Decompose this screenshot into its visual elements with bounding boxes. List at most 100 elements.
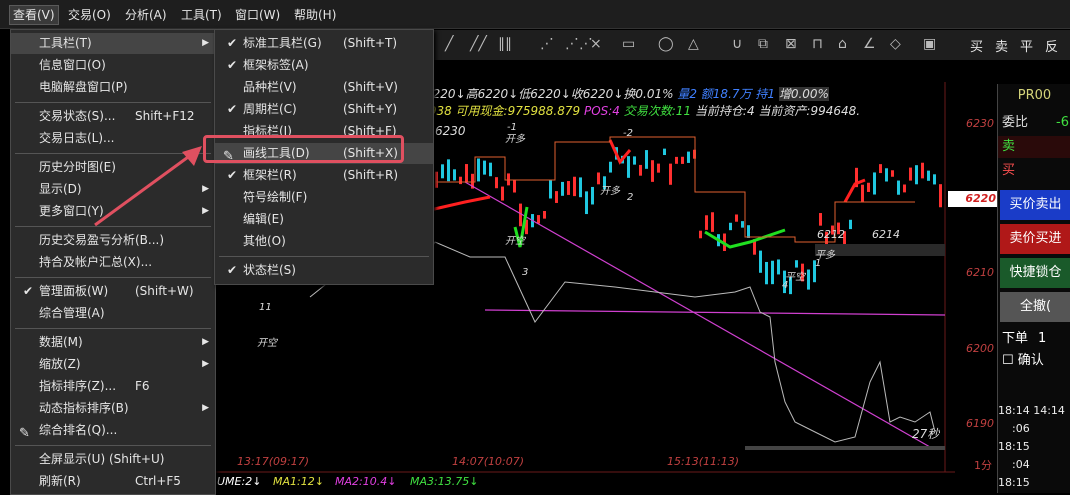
check-icon: ✔: [23, 284, 34, 298]
check-icon: ✔: [227, 102, 238, 116]
delete-icon[interactable]: ⌂: [838, 36, 847, 52]
red-drawing-line[interactable]: [429, 195, 491, 212]
confirm-row[interactable]: ☐ 确认: [998, 350, 1070, 372]
order-qty-input[interactable]: 1: [1038, 328, 1046, 350]
menu-tools[interactable]: 工具(T): [178, 6, 225, 24]
menu-item[interactable]: 综合管理(A): [11, 303, 215, 324]
rectangle-icon[interactable]: ▭: [622, 36, 635, 52]
menu-item[interactable]: 全屏显示(U) (Shift+U): [11, 449, 215, 470]
menu-item[interactable]: ✔ 框架标签(A): [215, 55, 433, 76]
menu-item[interactable]: 持合及帐户汇总(X)...: [11, 252, 215, 273]
quote-open-interest: 持1: [755, 87, 775, 101]
stop-line: [435, 136, 915, 243]
buy-button[interactable]: 买: [970, 36, 983, 55]
check-icon: ✔: [227, 168, 238, 182]
view-menu: 工具栏(T) ▶ 信息窗口(O) 电脑解盘窗口(P) 交易状态(S)... Shift+F…: [10, 29, 216, 495]
bottom-scroll[interactable]: [745, 446, 945, 450]
candle: [915, 165, 918, 185]
confirm-label: 确认: [1017, 353, 1044, 368]
sell-at-bid-button[interactable]: 买价卖出: [1000, 190, 1070, 220]
channel-icon[interactable]: ⋰⋰: [565, 36, 593, 52]
triangle-icon[interactable]: △: [688, 36, 699, 52]
indicator-ma1: MA1:12↓: [273, 475, 324, 488]
menu-item[interactable]: ✎ 综合排名(Q)...: [11, 420, 215, 441]
candle: [477, 158, 480, 182]
eraser-icon[interactable]: ◇: [890, 36, 901, 52]
menu-item-label: 框架标签(A): [243, 58, 309, 72]
cross-icon[interactable]: ⊠: [785, 36, 797, 52]
menu-item[interactable]: 数据(M) ▶: [11, 332, 215, 353]
candle: [819, 213, 822, 226]
reverse-button[interactable]: 反: [1045, 36, 1058, 55]
magnet-icon[interactable]: ∪: [732, 36, 742, 52]
sell-button[interactable]: 卖: [995, 36, 1008, 55]
low-annotation-1: 6212: [817, 228, 845, 241]
menu-item[interactable]: 刷新(R) Ctrl+F5: [11, 471, 215, 492]
quote-volume: 量2: [677, 87, 697, 101]
candle: [573, 176, 576, 197]
buy-at-ask-button[interactable]: 卖价买进: [1000, 224, 1070, 254]
candle: [699, 230, 702, 239]
signal-label: 4: [782, 280, 789, 291]
menu-item[interactable]: ✔ 标准工具栏(G) (Shift+T): [215, 33, 433, 54]
candle: [687, 151, 690, 163]
save-icon[interactable]: ▣: [923, 36, 936, 52]
candle: [465, 164, 468, 183]
menu-view[interactable]: 查看(V): [9, 5, 59, 25]
menu-item[interactable]: 交易状态(S)... Shift+F12: [11, 106, 215, 127]
candle: [729, 222, 732, 231]
quick-lock-button[interactable]: 快捷锁仓: [1000, 258, 1070, 288]
menu-analysis[interactable]: 分析(A): [122, 6, 170, 24]
menu-trade[interactable]: 交易(O): [65, 6, 114, 24]
ellipse-icon[interactable]: ◯: [658, 36, 674, 52]
menu-item[interactable]: 符号绘制(F): [215, 187, 433, 208]
line-tool-icon[interactable]: ╱: [445, 36, 453, 52]
menu-item[interactable]: 动态指标排序(B) ▶: [11, 398, 215, 419]
candle: [681, 156, 684, 164]
menu-item[interactable]: 其他(O): [215, 231, 433, 252]
time-cell: 14:14: [1033, 404, 1065, 417]
menu-item-label: 编辑(E): [243, 212, 284, 226]
menu-item-shortcut: (Shift+V): [343, 80, 398, 94]
time-row: 18:15: [998, 474, 1070, 492]
menu-window[interactable]: 窗口(W): [232, 6, 283, 24]
menu-item[interactable]: ✔ 状态栏(S): [215, 260, 433, 281]
lock-icon[interactable]: ⊓: [812, 36, 823, 52]
fan-icon[interactable]: ⋰: [540, 36, 554, 52]
candle: [627, 156, 630, 178]
close-button[interactable]: 平: [1020, 36, 1033, 55]
menu-item-label: 工具栏(T): [39, 36, 92, 50]
menu-item-label: 指标排序(Z)...: [39, 379, 117, 393]
menu-item[interactable]: 品种栏(V) (Shift+V): [215, 77, 433, 98]
menu-item[interactable]: ✔ 周期栏(C) (Shift+Y): [215, 99, 433, 120]
cross-line-icon[interactable]: ⨯: [590, 36, 602, 52]
menu-item-label: 信息窗口(O): [39, 58, 106, 72]
menu-item[interactable]: 电脑解盘窗口(P): [11, 77, 215, 98]
pen-icon[interactable]: ∠: [863, 36, 876, 52]
time-row: :06: [998, 420, 1070, 438]
menu-item[interactable]: 工具栏(T) ▶: [11, 33, 215, 54]
menu-item[interactable]: 指标排序(Z)... F6: [11, 376, 215, 397]
menu-help[interactable]: 帮助(H): [291, 6, 339, 24]
bars-icon[interactable]: ∥∥: [498, 36, 512, 52]
time-cell: 18:14: [998, 404, 1030, 417]
menu-item-label: 符号绘制(F): [243, 190, 308, 204]
candle: [513, 180, 516, 193]
menu-item[interactable]: 信息窗口(O): [11, 55, 215, 76]
menu-item-shortcut: Shift+F12: [135, 109, 195, 123]
order-panel: PR00 委比 -6 卖 买 买价卖出 卖价买进 快捷锁仓 全撤( 下单 1 ☐…: [997, 84, 1070, 493]
menu-item[interactable]: 历史交易盈亏分析(B...): [11, 230, 215, 251]
copy-icon[interactable]: ⧉: [758, 36, 768, 52]
menu-separator: [15, 102, 211, 103]
parallel-lines-icon[interactable]: ╱╱: [470, 36, 487, 52]
cancel-all-button[interactable]: 全撤(: [1000, 292, 1070, 322]
menu-item[interactable]: 编辑(E): [215, 209, 433, 230]
menu-item[interactable]: 缩放(Z) ▶: [11, 354, 215, 375]
horizontal-line[interactable]: [484, 309, 946, 316]
period-label[interactable]: 1分: [974, 457, 992, 473]
candle: [759, 250, 762, 273]
menu-item[interactable]: ✔ 框架栏(R) (Shift+R): [215, 165, 433, 186]
candle: [939, 184, 942, 208]
confirm-checkbox[interactable]: ☐: [1002, 353, 1014, 368]
menu-item[interactable]: ✔ 管理面板(W) (Shift+W): [11, 281, 215, 302]
